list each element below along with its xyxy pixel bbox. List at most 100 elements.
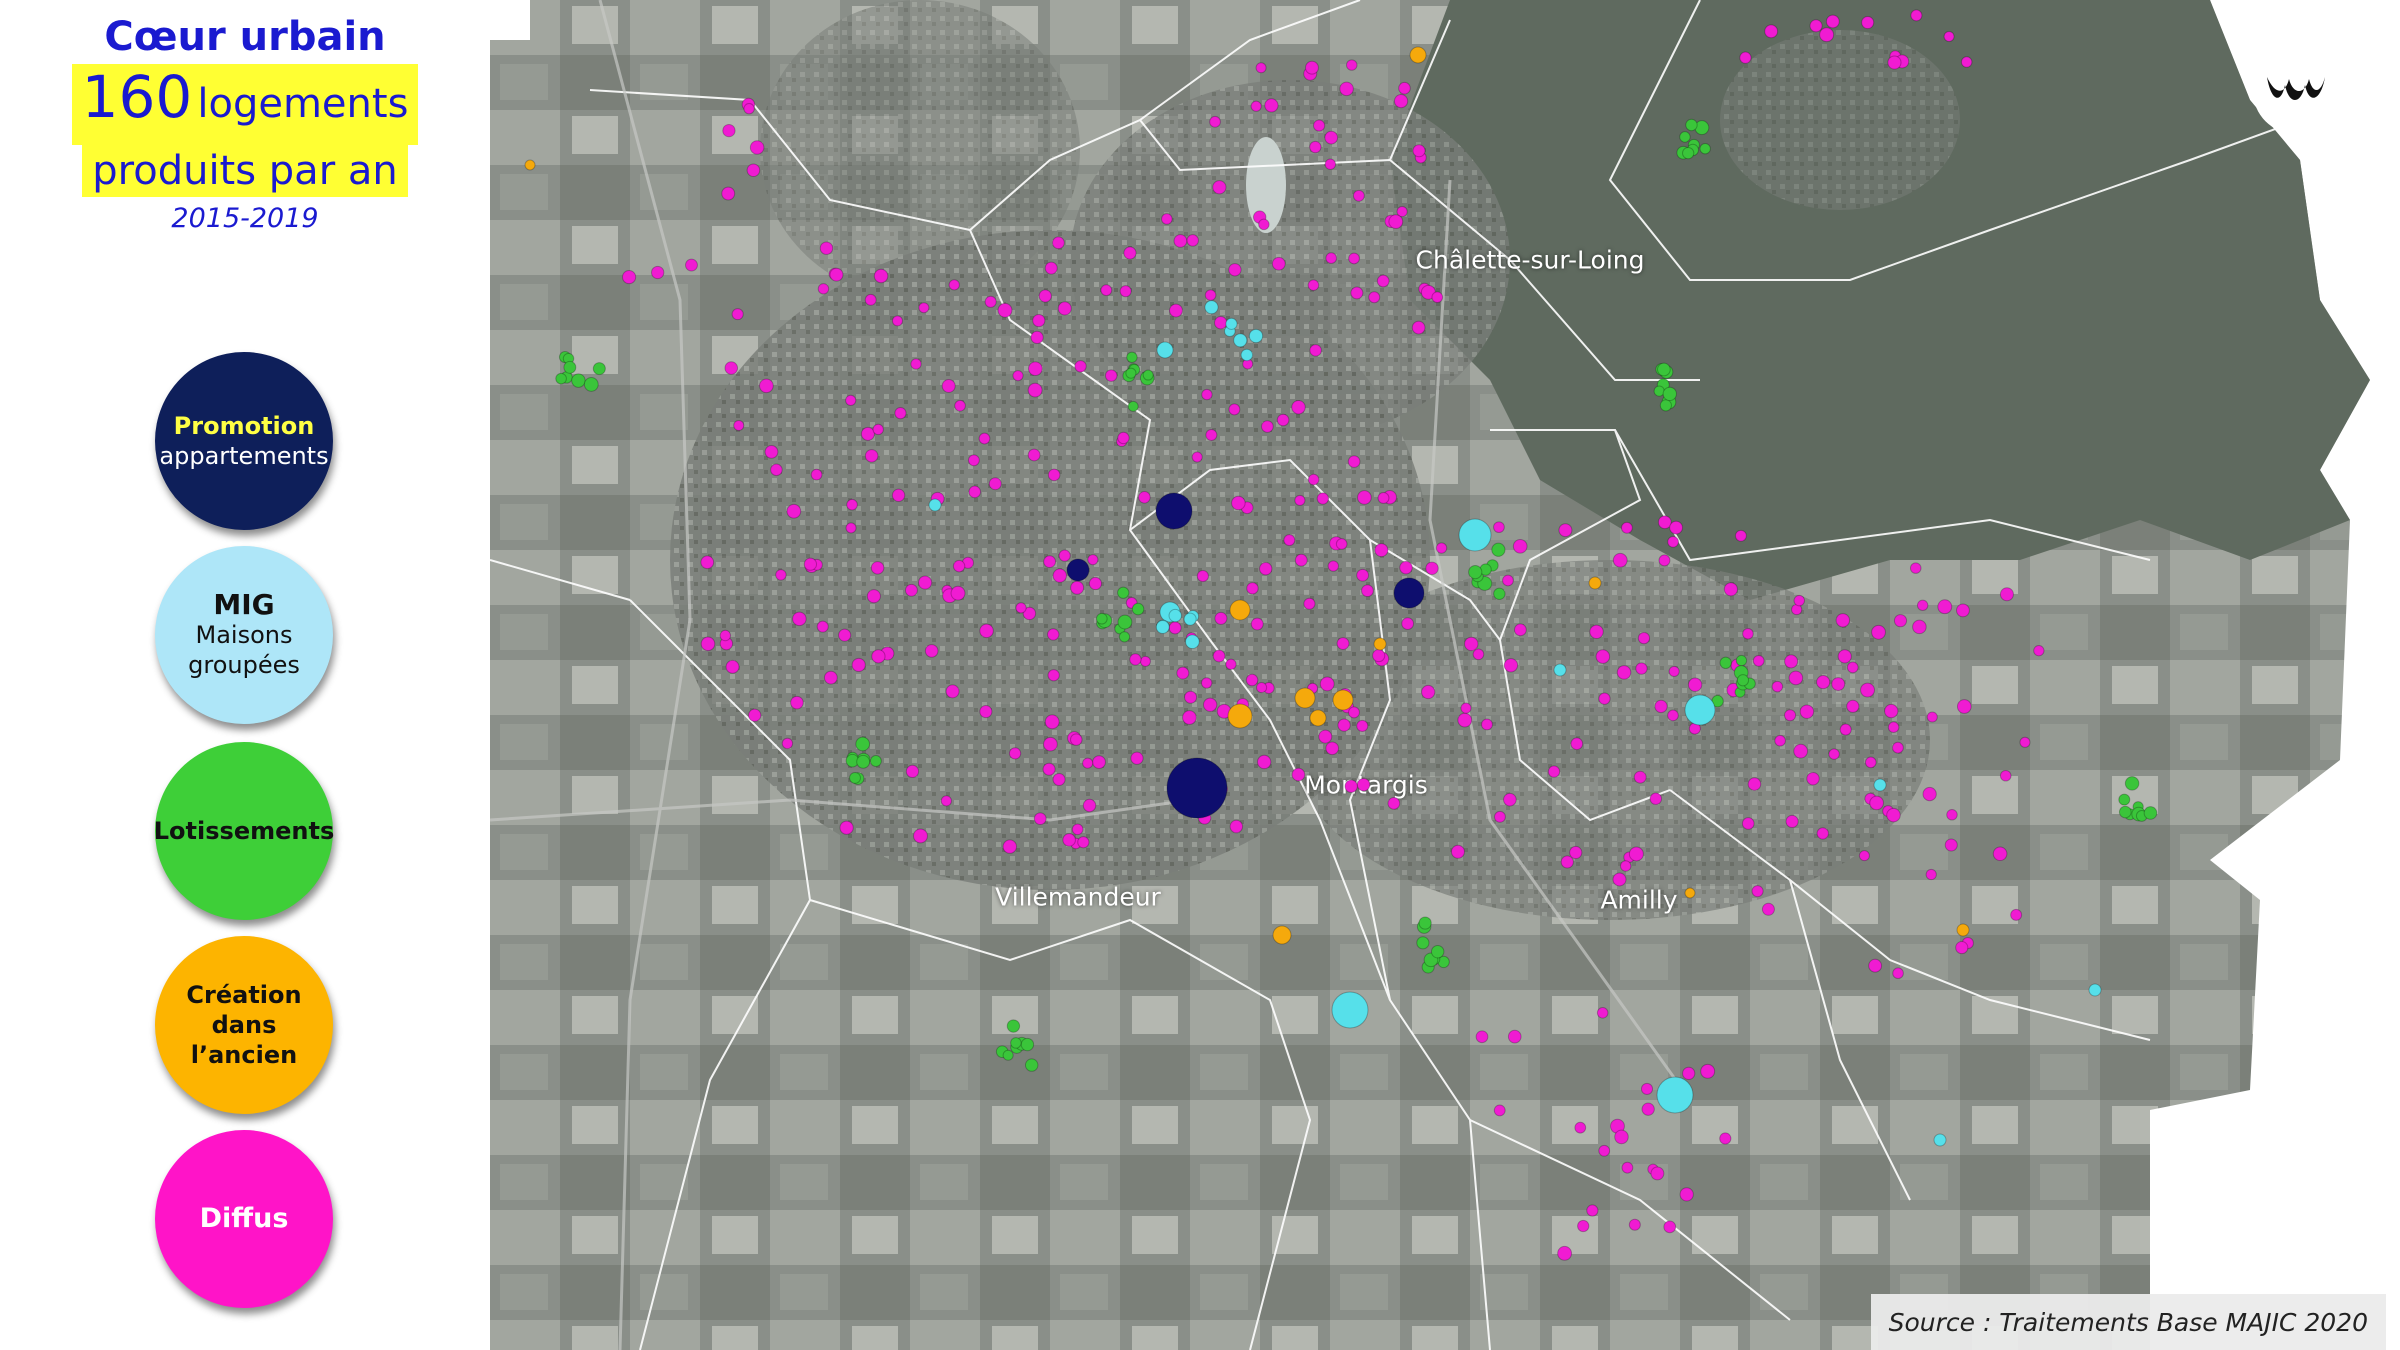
diffus-point [1667,535,1679,548]
diffus-point [1887,721,1900,733]
diffus-point [845,394,857,407]
diffus-point [1337,718,1351,732]
diffus-point [1291,767,1306,782]
diffus-point [1481,718,1493,731]
title-line-1: Cœur urbain [104,14,386,60]
promotion-point [1393,577,1425,609]
diffus-point [1640,1082,1654,1095]
diffus-point [1503,792,1517,807]
lotissement-point [1118,631,1131,643]
diffus-point [1846,699,1860,713]
housing-count: 160 [81,63,193,131]
diffus-point [1027,448,1041,462]
diffus-point [1910,9,1923,22]
lotissement-point [1468,564,1483,580]
diffus-point [1393,93,1409,109]
legend-label: Promotion [173,412,315,440]
diffus-point [1574,1121,1587,1134]
diffus-point [1318,729,1333,744]
diffus-point [1335,538,1348,550]
diffus-point [1547,765,1561,778]
diffus-point [1628,1218,1641,1231]
diffus-point [1092,755,1106,769]
diffus-point [1204,289,1217,301]
diffus-point [839,820,854,835]
diffus-point [1212,180,1227,195]
diffus-point [1356,719,1369,732]
diffus-point [845,522,857,534]
diffus-point [1184,690,1198,704]
lotissement-point [1117,586,1130,599]
diffus-point [1015,602,1027,614]
diffus-point [1598,1144,1611,1157]
diffus-point [1276,413,1290,427]
lotissement-point [563,360,577,374]
diffus-point [1028,361,1043,377]
diffus-point [1944,838,1958,852]
diffus-point [1633,770,1647,784]
diffus-point [1472,648,1485,661]
diffus-point [1806,771,1820,786]
lotissement-point [571,373,586,388]
diffus-point [1129,653,1142,666]
diffus-point [2019,736,2031,748]
creation-point [1227,703,1253,729]
creation-point [524,159,536,171]
diffus-point [1325,252,1338,264]
mig-point [1933,1133,1947,1147]
diffus-point [733,419,745,432]
diffus-point [1620,521,1633,534]
diffus-point [749,140,765,155]
diffus-point [838,628,852,642]
diffus-point [1887,55,1902,70]
mig-point [1225,317,1238,330]
creation-point [1409,46,1427,64]
diffus-point [1649,792,1663,806]
diffus-point [1336,637,1350,650]
diffus-point [1356,568,1370,582]
diffus-point [979,705,993,719]
diffus-point [1377,492,1390,504]
lotissement-point [1430,944,1445,959]
diffus-point [984,295,997,308]
diffus-point [1764,24,1779,39]
diffus-point [1357,490,1372,505]
diffus-point [1871,624,1886,640]
diffus-point [1507,1029,1522,1044]
housing-points-layer [524,9,2158,1261]
diffus-point [1361,584,1374,598]
diffus-point [1047,628,1060,641]
diffus-point [1303,597,1316,610]
diffus-point [1596,1007,1609,1019]
diffus-point [1502,574,1514,587]
diffus-point [1283,534,1296,547]
diffus-point [1589,624,1604,640]
diffus-point [954,399,966,412]
diffus-point [759,378,774,394]
diffus-point [1946,809,1958,821]
diffus-point [1259,562,1273,576]
diffus-point [1937,599,1953,615]
diffus-point [1700,1063,1716,1079]
diffus-point [1294,494,1306,506]
diffus-point [803,557,818,571]
diffus-point [866,589,881,604]
diffus-point [1411,320,1426,335]
diffus-point [1052,773,1066,787]
lotissement-point [1142,369,1154,381]
legend-label: l’ancien [190,1041,298,1069]
diffus-point [1168,621,1182,635]
legend-item-lotissements: Lotissements [154,742,334,920]
diffus-point [2010,908,2023,921]
diffus-point [1960,56,1973,68]
diffus-point [1679,1187,1694,1202]
lotissement-point [1126,351,1138,364]
diffus-point [1868,958,1883,973]
diffus-point [988,477,1002,491]
diffus-point [1047,468,1061,482]
diffus-point [1250,617,1264,631]
diffus-point [1799,704,1815,719]
aerial-map[interactable]: Châlette-sur-LoingMontargisVillemandeurA… [490,0,2400,1350]
legend-item-mig: MIG Maisons groupées [155,546,333,724]
creation-point [1684,887,1696,899]
